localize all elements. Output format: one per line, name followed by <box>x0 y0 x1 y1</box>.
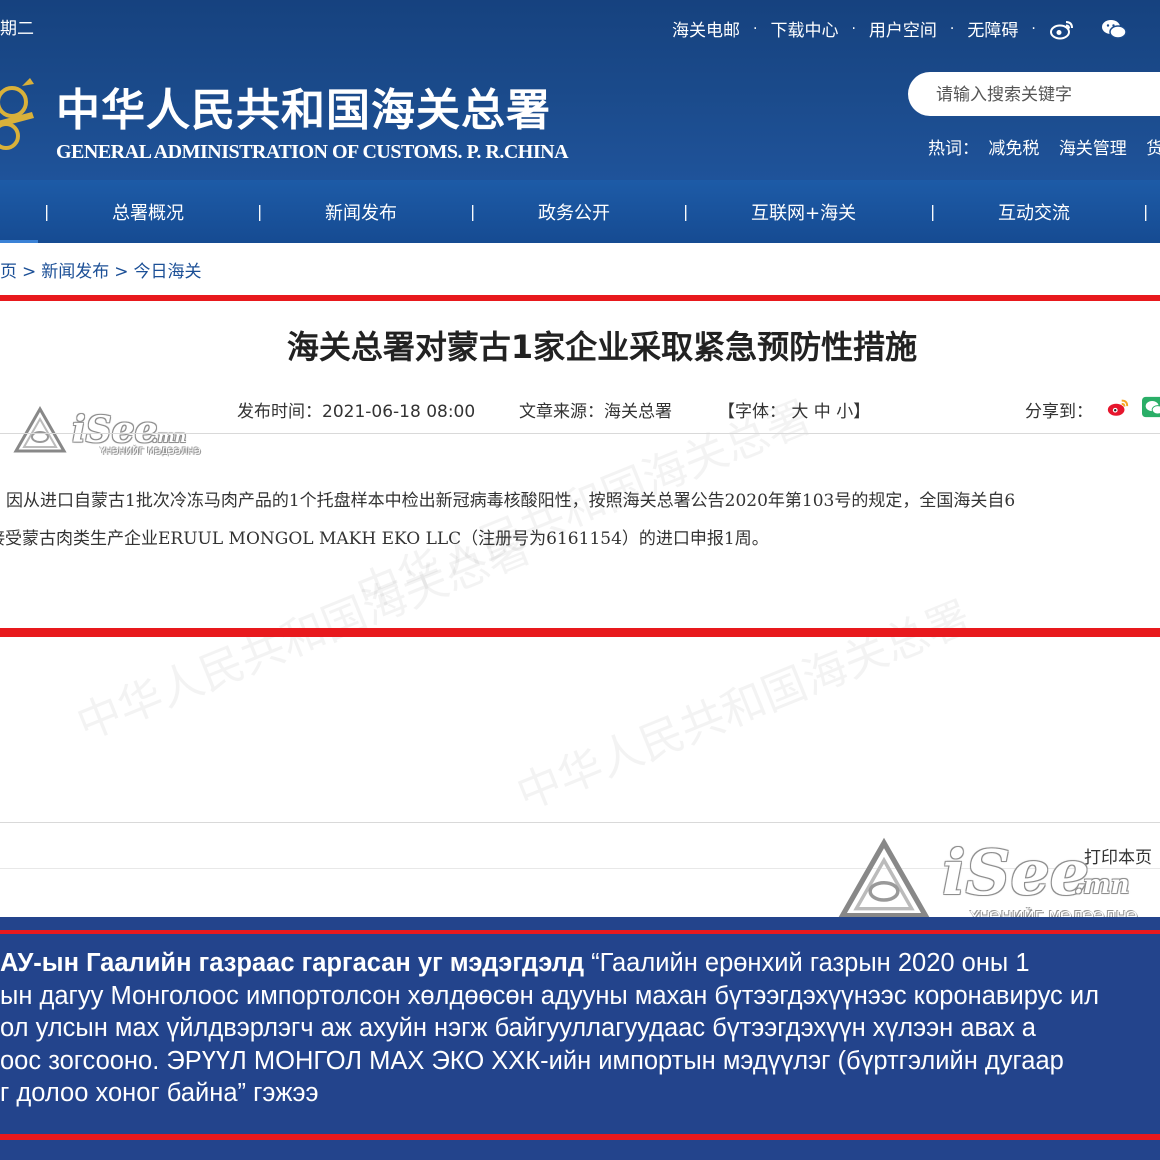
top-link-separator: · <box>1031 20 1036 37</box>
site-header: 期二 海关电邮 · 下载中心 · 用户空间 · 无障碍 · 中华人民共和国海关总… <box>0 0 1160 180</box>
customs-emblem-icon <box>0 78 34 150</box>
caption-red-line-bottom <box>0 1134 1160 1140</box>
caption-line-rest: “Гаалийн ерөнхий газрын 2020 оны 1 <box>584 949 1030 977</box>
caption-text: АУ-ын Гаалийн газраас гаргасан уг мэдэгд… <box>0 947 1160 1110</box>
breadcrumb-news[interactable]: 新闻发布 <box>41 262 109 282</box>
share-icons <box>1106 396 1160 418</box>
weibo-icon[interactable] <box>1049 18 1075 40</box>
article-paragraph-line: 因从进口自蒙古1批次冷冻马肉产品的1个托盘样本中检出新冠病毒核酸阳性，按照海关总… <box>6 491 1016 511</box>
search-input[interactable] <box>934 82 1160 108</box>
nav-separator: | <box>44 202 50 221</box>
isee-logo-icon <box>837 837 931 919</box>
date-text: 期二 <box>0 19 34 39</box>
hot-word-goods[interactable]: 货 <box>1146 139 1160 159</box>
caption-line: АУ-ын Гаалийн газраас гаргасан уг мэдэгд… <box>0 947 1160 980</box>
isee-watermark-small: iSee .mn ҮНЭНИЙГ МЭДЭЭЛНЭ <box>12 405 201 465</box>
nav-item-news[interactable]: 新闻发布 <box>325 199 397 225</box>
isee-logo-icon <box>13 405 67 453</box>
top-link-downloads[interactable]: 下载中心 <box>770 16 838 41</box>
breadcrumb-home[interactable]: 首页 <box>0 262 17 282</box>
hot-words: 热词： 减免税 海关管理 货 <box>928 134 1160 159</box>
nav-separator: | <box>470 202 476 221</box>
top-link-accessibility[interactable]: 无障碍 <box>967 16 1018 41</box>
nav-item-interaction[interactable]: 互动交流 <box>998 199 1070 225</box>
caption-line: ын дагуу Монголоос импортолсон хөлдөөсөн… <box>0 981 1100 1010</box>
top-link-separator: · <box>851 20 856 37</box>
font-size-controls[interactable]: 【字体： 大 中 小】 <box>718 397 870 422</box>
nav-home-active-indicator[interactable] <box>0 240 38 243</box>
article-source: 文章来源：海关总署 <box>519 402 672 422</box>
share-label: 分享到： <box>1025 402 1093 422</box>
nav-item-internet-customs[interactable]: 互联网+海关 <box>751 199 856 225</box>
article-publish-time: 发布时间：2021-06-18 08:00 <box>237 402 476 422</box>
share-weibo-icon[interactable] <box>1106 396 1130 418</box>
hot-words-label: 热词： <box>928 139 979 159</box>
nav-separator: | <box>257 202 263 221</box>
caption-line: ол улсын мах үйлдвэрлэгч аж ахуйн нэгж б… <box>0 1014 1036 1042</box>
nav-separator: | <box>683 202 689 221</box>
top-link-email[interactable]: 海关电邮 <box>672 16 740 41</box>
caption-red-line-top <box>0 930 1160 934</box>
nav-item-overview[interactable]: 总署概况 <box>112 199 184 225</box>
top-links: 海关电邮 · 下载中心 · 用户空间 · 无障碍 · <box>672 16 1127 41</box>
isee-domain-text: .mn <box>152 427 187 446</box>
breadcrumb: 首页>新闻发布>今日海关 <box>0 257 202 282</box>
isee-domain-text: .mn <box>1074 870 1130 900</box>
search-box <box>908 72 1160 116</box>
share-wechat-icon[interactable] <box>1142 396 1160 418</box>
hot-word-customs-management[interactable]: 海关管理 <box>1059 139 1127 159</box>
hot-word-tax-exemption[interactable]: 减免税 <box>988 139 1039 159</box>
nav-separator: | <box>1143 202 1149 221</box>
caption-line: оос зогсооно. ЭРҮҮЛ МОНГОЛ МАХ ЭКО ХХК-и… <box>0 1046 1064 1075</box>
article-body: 因从进口自蒙古1批次冷冻马肉产品的1个托盘样本中检出新冠病毒核酸阳性，按照海关总… <box>0 482 1160 558</box>
caption-bold-lead: АУ-ын Гаалийн газраас гаргасан уг мэдэгд… <box>0 949 585 977</box>
site-title-cn: 中华人民共和国海关总署 <box>56 85 551 136</box>
screenshot-highlight-line-top <box>0 295 1160 301</box>
isee-tagline-text: ҮНЭНИЙГ МЭДЭЭЛНЭ <box>100 447 201 457</box>
translation-caption: АУ-ын Гаалийн газраас гаргасан уг мэдэгд… <box>0 917 1160 1160</box>
main-nav: | 总署概况 | 新闻发布 | 政务公开 | 互联网+海关 | 互动交流 | <box>0 180 1160 243</box>
wechat-icon[interactable] <box>1101 18 1127 40</box>
breadcrumb-separator: > <box>114 262 129 282</box>
top-link-separator: · <box>753 20 758 37</box>
article-title: 海关总署对蒙古1家企业采取紧急预防性措施 <box>286 328 918 366</box>
site-title-en: GENERAL ADMINISTRATION OF CUSTOMS. P. R.… <box>56 141 569 163</box>
breadcrumb-today-customs[interactable]: 今日海关 <box>134 262 202 282</box>
screenshot-highlight-line-middle <box>0 628 1160 637</box>
site-watermark-text: 中华人民共和国海关总署 <box>506 582 979 823</box>
article-paragraph-line: 接受蒙古肉类生产企业ERUUL MONGOL MAKH EKO LLC（注册号为… <box>0 529 769 549</box>
print-divider-top <box>0 822 1160 823</box>
caption-line: г долоо хоног байна” гэжээ <box>0 1079 319 1107</box>
top-link-user-space[interactable]: 用户空间 <box>869 16 937 41</box>
isee-brand-text: iSee <box>72 409 158 451</box>
nav-separator: | <box>930 202 936 221</box>
meta-divider <box>0 433 1160 434</box>
isee-brand-text: iSee <box>942 836 1090 909</box>
nav-item-government-affairs[interactable]: 政务公开 <box>538 199 610 225</box>
breadcrumb-separator: > <box>22 262 37 282</box>
top-link-separator: · <box>949 20 955 37</box>
